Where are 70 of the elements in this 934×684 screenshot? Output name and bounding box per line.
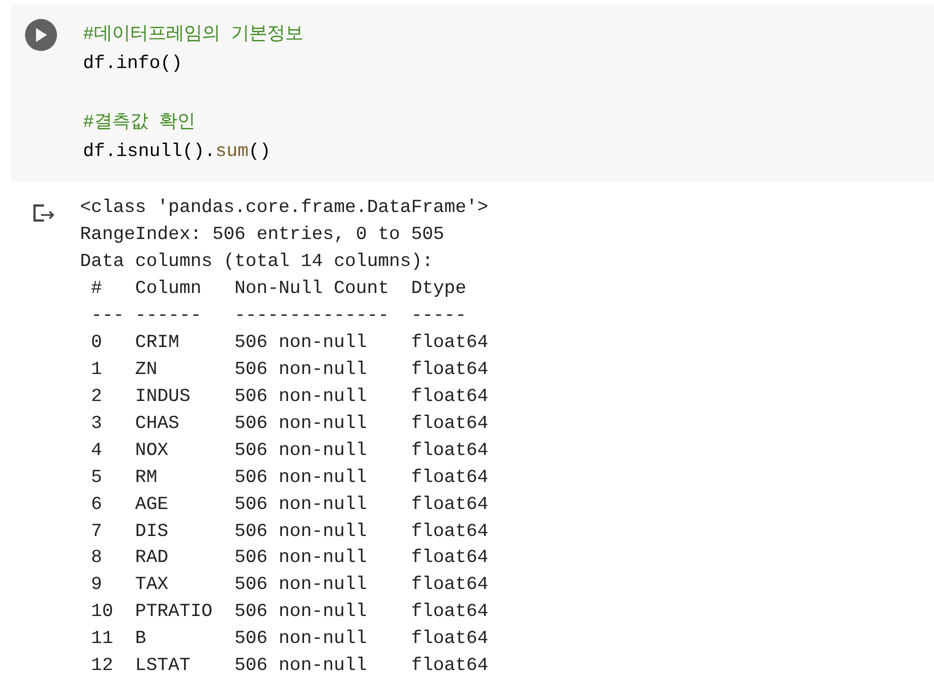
table-cell-text: float64: [411, 412, 488, 436]
table-cell-text: DIS: [135, 520, 170, 544]
table-cell-text: 506 non-null: [234, 573, 368, 598]
column-header: Non-Null Count: [234, 277, 390, 302]
table-cell-text: float64: [411, 573, 488, 598]
dash-rule: -----: [411, 304, 466, 328]
table-cell-text: CHAS: [135, 412, 180, 436]
table-cell-text: 506 non-null: [234, 520, 368, 544]
table-cell-text: float64: [411, 358, 488, 382]
table-cell-text: float64: [411, 466, 488, 490]
table-cell-text: 1: [91, 358, 104, 382]
table-cell-text: 9: [91, 573, 104, 598]
output-icon: [33, 204, 55, 222]
table-cell-text: 506 non-null: [234, 492, 368, 517]
table-cell-text: ZN: [135, 358, 158, 382]
table-cell-text: INDUS: [135, 384, 192, 409]
run-button[interactable]: [25, 19, 57, 51]
dash-rule: ------: [135, 304, 202, 328]
table-cell-text: float64: [411, 492, 488, 517]
table-cell-text: 506 non-null: [234, 438, 368, 463]
table-cell-text: float64: [411, 520, 488, 544]
table-cell-text: 12: [91, 654, 114, 678]
output-line: Data columns (total 14 columns):: [80, 250, 434, 274]
dash-rule: --------------: [234, 304, 390, 328]
table-cell-text: PTRATIO: [135, 600, 214, 624]
column-header: Dtype: [411, 277, 466, 302]
output-line: <class 'pandas.core.frame.DataFrame'>: [80, 196, 488, 220]
table-cell-text: 10: [91, 600, 114, 624]
table-cell-text: 2: [91, 384, 104, 409]
code-line: df.isnull().sum(): [83, 140, 272, 164]
table-cell-text: RAD: [135, 546, 170, 570]
table-cell-text: float64: [411, 654, 488, 678]
output-line: RangeIndex: 506 entries, 0 to 505: [80, 223, 446, 248]
table-cell-text: CRIM: [135, 330, 180, 355]
table-cell-text: 6: [91, 492, 104, 517]
table-cell-text: 5: [91, 466, 104, 490]
table-cell-text: 506 non-null: [234, 466, 368, 490]
code-line: #결측값 확인: [83, 110, 196, 135]
column-header: Column: [135, 277, 202, 302]
play-icon: [35, 28, 47, 42]
table-cell-text: float64: [411, 600, 488, 624]
table-cell-text: AGE: [135, 492, 170, 517]
table-cell-text: 506 non-null: [234, 546, 368, 570]
table-cell-text: B: [135, 627, 148, 652]
column-header: #: [91, 277, 104, 302]
table-cell-text: 506 non-null: [234, 627, 368, 652]
code-line: #데이터프레임의 기본정보: [83, 23, 304, 47]
dash-rule: ---: [91, 304, 126, 328]
table-cell-text: 4: [91, 438, 104, 463]
table-cell-text: float64: [411, 546, 488, 570]
table-cell-text: float64: [411, 438, 488, 463]
table-cell-text: 506 non-null: [234, 358, 368, 382]
table-cell-text: float64: [411, 627, 488, 652]
table-cell-text: float64: [411, 330, 488, 355]
table-cell-text: LSTAT: [135, 654, 192, 678]
table-cell-text: 506 non-null: [234, 600, 368, 624]
table-cell-text: 506 non-null: [234, 654, 368, 678]
table-cell-text: NOX: [135, 438, 170, 463]
table-cell-text: 506 non-null: [234, 384, 368, 409]
table-cell-text: float64: [411, 384, 488, 409]
code-line: df.info(): [83, 52, 184, 76]
table-cell-text: 7: [91, 520, 104, 544]
table-cell-text: 8: [91, 546, 104, 570]
table-cell-text: 0: [91, 330, 104, 355]
table-cell-text: RM: [135, 466, 158, 490]
table-cell-text: 11: [91, 627, 114, 652]
table-cell-text: 506 non-null: [234, 330, 368, 355]
table-cell-text: 3: [91, 412, 104, 436]
table-cell-text: TAX: [135, 573, 170, 598]
table-cell-text: 506 non-null: [234, 412, 368, 436]
